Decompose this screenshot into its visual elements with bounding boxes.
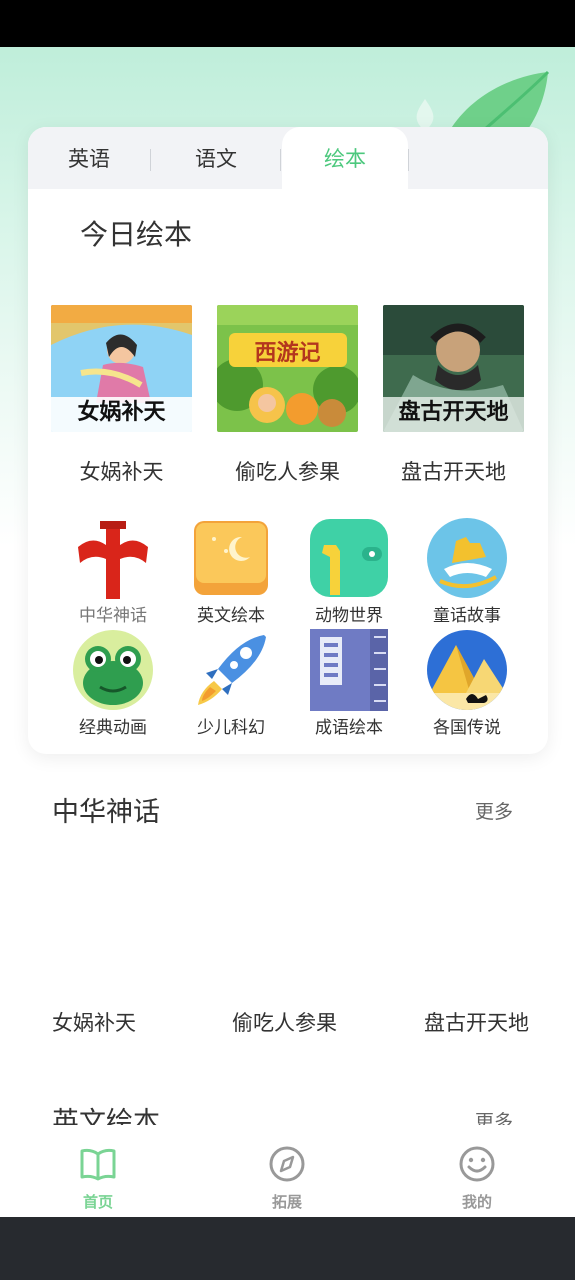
category-label: 少儿科幻 — [197, 718, 265, 738]
rocket-icon — [190, 629, 272, 711]
cover-text: 西游记 — [254, 340, 321, 366]
bottom-nav: 首页 拓展 我的 — [0, 1125, 575, 1217]
category-mythology[interactable]: 中华神话 — [63, 517, 163, 626]
category-label: 中华神话 — [79, 606, 147, 626]
cover-text: 女娲补天 — [77, 399, 166, 425]
nav-label: 首页 — [82, 1193, 113, 1211]
category-label: 童话故事 — [433, 606, 501, 626]
system-navigation-bar — [0, 1217, 575, 1280]
book-item[interactable]: 女娲补天 女娲补天 — [51, 305, 192, 486]
book-open-icon — [80, 1148, 116, 1181]
tab-divider — [280, 149, 281, 171]
book-title[interactable]: 女娲补天 — [52, 1007, 136, 1037]
category-label: 动物世界 — [315, 606, 383, 626]
nav-profile[interactable]: 我的 — [437, 1145, 517, 1212]
category-world-legends[interactable]: 各国传说 — [417, 629, 517, 738]
book-item[interactable]: 西游记 偷吃人参果 — [217, 305, 358, 486]
section-title-today: 今日绘本 — [80, 218, 193, 251]
category-classic-animation[interactable]: 经典动画 — [63, 629, 163, 738]
tab-english[interactable]: 英语 — [28, 127, 150, 189]
giraffe-icon — [308, 517, 390, 599]
tab-divider — [150, 149, 151, 171]
status-bar — [0, 0, 575, 47]
category-sci-fi[interactable]: 少儿科幻 — [181, 629, 281, 738]
idiom-book-icon — [308, 629, 390, 711]
picture-book-card: 英语 语文 绘本 今日绘本 女娲补天 女娲补天 西游记 偷吃人参果 盘古开天地 … — [28, 127, 548, 754]
book-title: 偷吃人参果 — [235, 460, 340, 484]
tab-chinese[interactable]: 语文 — [152, 127, 280, 189]
cover-text: 盘古开天地 — [398, 399, 509, 425]
category-idiom-book[interactable]: 成语绘本 — [299, 629, 399, 738]
category-fairy-tale[interactable]: 童话故事 — [417, 517, 517, 626]
category-english-book[interactable]: 英文绘本 — [181, 517, 281, 626]
book-title[interactable]: 盘古开天地 — [424, 1007, 529, 1037]
category-label: 经典动画 — [79, 718, 147, 738]
nav-label: 拓展 — [271, 1193, 302, 1211]
frog-icon — [72, 629, 154, 711]
more-button[interactable]: 更多 — [475, 797, 513, 824]
category-label: 成语绘本 — [315, 718, 383, 738]
book-title[interactable]: 偷吃人参果 — [232, 1007, 337, 1037]
nav-home[interactable]: 首页 — [58, 1145, 138, 1212]
nav-explore[interactable]: 拓展 — [247, 1145, 327, 1212]
book-cover: 西游记 — [217, 305, 358, 432]
category-animal-world[interactable]: 动物世界 — [299, 517, 399, 626]
category-label: 各国传说 — [433, 718, 501, 738]
smiley-icon — [459, 1146, 495, 1182]
rocking-horse-icon — [426, 517, 508, 599]
tab-bar: 英语 语文 绘本 — [28, 127, 548, 189]
book-title: 盘古开天地 — [401, 460, 506, 484]
book-title: 女娲补天 — [79, 460, 164, 484]
category-label: 英文绘本 — [197, 606, 265, 626]
pyramid-icon — [426, 629, 508, 711]
nav-label: 我的 — [461, 1193, 492, 1211]
book-item[interactable]: 盘古开天地 盘古开天地 — [383, 305, 524, 486]
section-title-mythology: 中华神话 — [52, 797, 160, 828]
book-cover: 盘古开天地 — [383, 305, 524, 432]
compass-icon — [269, 1146, 305, 1182]
book-moon-icon — [190, 517, 272, 599]
tab-divider — [408, 149, 409, 171]
pillar-icon — [72, 517, 154, 599]
tab-picture-book[interactable]: 绘本 — [282, 127, 408, 189]
book-cover: 女娲补天 — [51, 305, 192, 432]
